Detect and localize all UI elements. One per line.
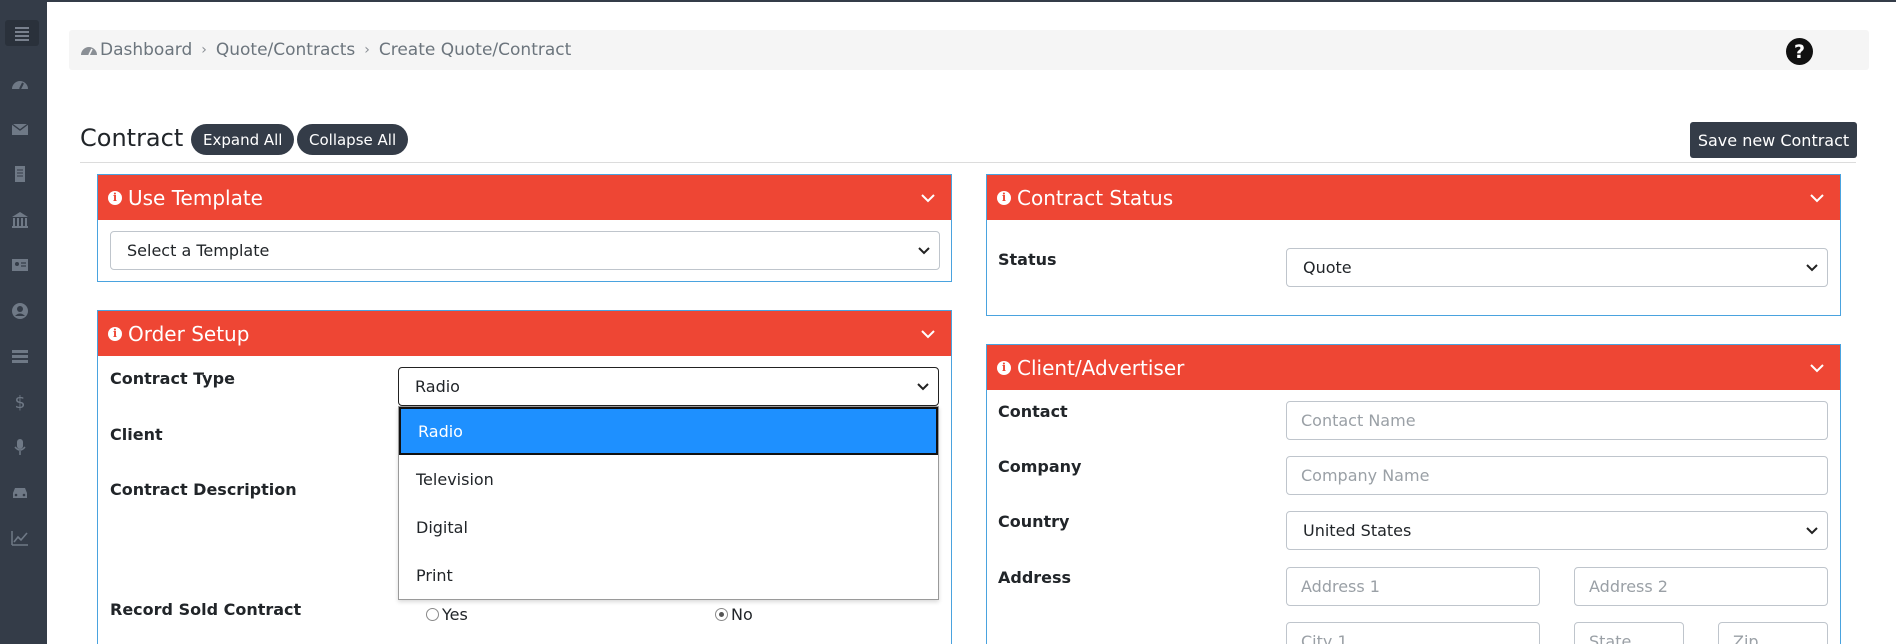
country-select[interactable]: United States bbox=[1286, 511, 1828, 550]
chevron-down-icon bbox=[918, 246, 930, 254]
microphone-icon[interactable] bbox=[9, 436, 31, 458]
contract-type-dropdown: Radio Television Digital Print bbox=[398, 406, 939, 600]
svg-text:$: $ bbox=[15, 393, 26, 412]
record-sold-label: Record Sold Contract bbox=[110, 600, 302, 619]
page-title: Contract bbox=[80, 124, 184, 152]
chevron-down-icon[interactable] bbox=[919, 189, 937, 207]
company-label: Company bbox=[998, 457, 1082, 476]
chevron-down-icon[interactable] bbox=[919, 325, 937, 343]
breadcrumb: Dashboard › Quote/Contracts › Create Quo… bbox=[80, 40, 571, 60]
top-border bbox=[47, 0, 1896, 2]
radio-yes-label: Yes bbox=[442, 605, 468, 624]
option-radio[interactable]: Radio bbox=[399, 407, 938, 455]
chevron-right-icon: › bbox=[364, 42, 370, 58]
breadcrumb-dashboard[interactable]: Dashboard bbox=[100, 40, 192, 60]
chevron-down-icon[interactable] bbox=[1808, 359, 1826, 377]
expand-all-button[interactable]: Expand All bbox=[191, 124, 295, 155]
radio-circle-icon bbox=[426, 608, 439, 621]
chevron-down-icon bbox=[917, 382, 929, 390]
panel-header[interactable]: i Use Template bbox=[98, 175, 951, 220]
country-label: Country bbox=[998, 512, 1070, 531]
status-label: Status bbox=[998, 250, 1057, 269]
chevron-right-icon: › bbox=[201, 42, 207, 58]
envelope-icon[interactable] bbox=[9, 118, 31, 140]
contact-label: Contact bbox=[998, 402, 1068, 421]
record-sold-no-radio[interactable]: No bbox=[715, 605, 753, 624]
panel-header[interactable]: i Contract Status bbox=[987, 175, 1840, 220]
contract-status-panel: i Contract Status bbox=[986, 174, 1841, 316]
panel-title: Use Template bbox=[128, 185, 263, 210]
panel-header[interactable]: i Client/Advertiser bbox=[987, 345, 1840, 390]
client-label: Client bbox=[110, 425, 163, 444]
id-card-icon[interactable] bbox=[9, 254, 31, 276]
address1-input[interactable]: Address 1 bbox=[1286, 567, 1540, 606]
contract-type-label: Contract Type bbox=[110, 369, 235, 388]
document-icon[interactable] bbox=[9, 163, 31, 185]
dashboard-icon[interactable] bbox=[9, 73, 31, 95]
list-icon[interactable] bbox=[9, 345, 31, 367]
state-input[interactable]: State bbox=[1574, 622, 1684, 644]
contract-type-value: Radio bbox=[415, 377, 460, 396]
option-television[interactable]: Television bbox=[399, 455, 938, 503]
menu-icon[interactable] bbox=[5, 20, 39, 46]
city-input[interactable]: City 1 bbox=[1286, 622, 1540, 644]
status-value: Quote bbox=[1303, 258, 1352, 277]
bank-icon[interactable] bbox=[9, 209, 31, 231]
option-print[interactable]: Print bbox=[399, 551, 938, 599]
status-select[interactable]: Quote bbox=[1286, 248, 1828, 287]
country-value: United States bbox=[1303, 521, 1412, 540]
address2-input[interactable]: Address 2 bbox=[1574, 567, 1828, 606]
user-circle-icon[interactable] bbox=[9, 300, 31, 322]
option-digital[interactable]: Digital bbox=[399, 503, 938, 551]
contract-type-select[interactable]: Radio bbox=[398, 367, 939, 406]
info-icon: i bbox=[108, 326, 122, 341]
address-label: Address bbox=[998, 568, 1072, 587]
info-icon: i bbox=[997, 190, 1011, 205]
zip-input[interactable]: Zip bbox=[1718, 622, 1828, 644]
panel-title: Order Setup bbox=[128, 321, 250, 346]
dollar-icon[interactable]: $ bbox=[9, 391, 31, 413]
info-icon: i bbox=[108, 190, 122, 205]
panel-title: Client/Advertiser bbox=[1017, 355, 1185, 380]
template-select[interactable]: Select a Template bbox=[110, 231, 940, 270]
contact-name-input[interactable]: Contact Name bbox=[1286, 401, 1828, 440]
panel-title: Contract Status bbox=[1017, 185, 1174, 210]
breadcrumb-create: Create Quote/Contract bbox=[378, 40, 572, 60]
save-contract-button[interactable]: Save new Contract bbox=[1690, 122, 1857, 158]
info-icon: i bbox=[997, 360, 1011, 375]
record-sold-yes-radio[interactable]: Yes bbox=[426, 605, 468, 624]
car-icon[interactable] bbox=[9, 482, 31, 504]
dashboard-icon bbox=[81, 47, 97, 56]
sidebar: $ bbox=[0, 0, 47, 644]
chevron-down-icon bbox=[1806, 526, 1818, 534]
contract-description-label: Contract Description bbox=[110, 480, 297, 499]
breadcrumb-quote-contracts[interactable]: Quote/Contracts bbox=[216, 40, 355, 60]
chevron-down-icon[interactable] bbox=[1808, 189, 1826, 207]
chevron-down-icon bbox=[1806, 263, 1818, 271]
company-name-input[interactable]: Company Name bbox=[1286, 456, 1828, 495]
template-select-value: Select a Template bbox=[127, 241, 270, 260]
divider bbox=[80, 162, 1856, 163]
radio-checked-icon bbox=[715, 608, 728, 621]
chart-line-icon[interactable] bbox=[9, 527, 31, 549]
radio-no-label: No bbox=[731, 605, 753, 624]
panel-header[interactable]: i Order Setup bbox=[98, 311, 951, 356]
help-icon[interactable]: ? bbox=[1786, 38, 1813, 65]
collapse-all-button[interactable]: Collapse All bbox=[297, 124, 409, 155]
